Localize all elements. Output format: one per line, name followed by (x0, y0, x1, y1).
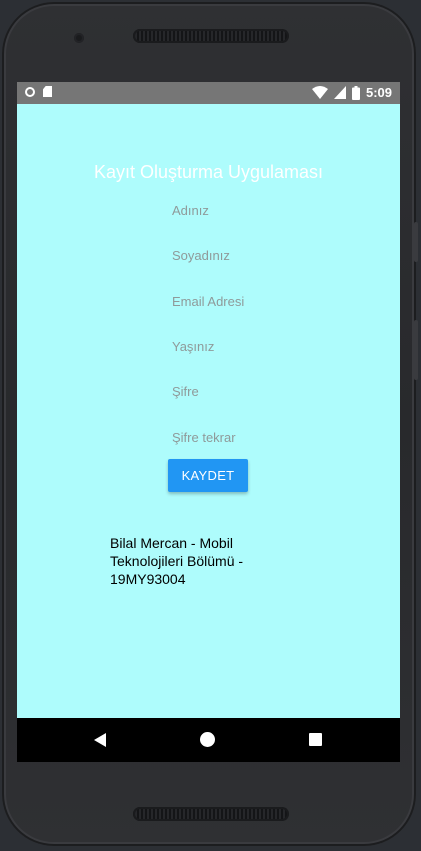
password-field[interactable] (167, 376, 297, 406)
volume-button (414, 222, 418, 262)
wifi-icon (311, 86, 328, 99)
navigation-bar (17, 718, 400, 762)
bottom-speaker-grille (133, 807, 289, 821)
power-button (414, 320, 418, 380)
status-bar: 5:09 (17, 82, 400, 104)
home-icon[interactable] (200, 732, 215, 747)
last-name-field[interactable] (167, 240, 297, 270)
top-speaker-grille (133, 29, 289, 43)
front-camera-icon (74, 33, 84, 43)
back-icon[interactable] (94, 733, 106, 747)
record-icon (25, 86, 35, 97)
email-field[interactable] (167, 286, 297, 316)
app-title: Kayıt Oluşturma Uygulaması (93, 162, 324, 182)
credit-text: Bilal Mercan - Mobil Teknolojileri Bölüm… (110, 535, 244, 587)
status-time: 5:09 (365, 85, 392, 100)
first-name-field[interactable] (167, 195, 297, 225)
recent-apps-icon[interactable] (309, 733, 322, 746)
app-screen: 5:09 Kayıt Oluşturma Uygulaması KAYDET B… (17, 82, 400, 718)
save-button[interactable]: KAYDET (168, 459, 248, 492)
age-field[interactable] (167, 331, 297, 361)
signal-icon (333, 86, 346, 99)
battery-icon (351, 85, 360, 100)
password-repeat-field[interactable] (167, 422, 297, 452)
sd-card-icon (43, 86, 52, 97)
